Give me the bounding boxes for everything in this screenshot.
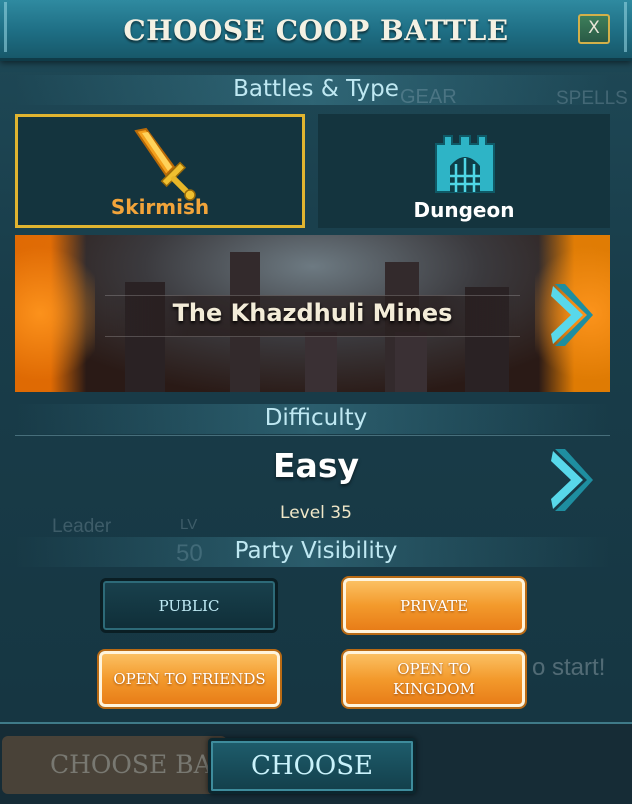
dialog-title: CHOOSE COOP BATTLE	[123, 14, 509, 47]
difficulty-value: Easy	[273, 446, 359, 485]
visibility-section-label: Party Visibility	[234, 538, 398, 564]
close-button[interactable]: X	[578, 14, 610, 44]
background-start-text: o start!	[532, 654, 606, 681]
open-to-kingdom-button[interactable]: OPEN TO KINGDOM	[343, 651, 525, 707]
coop-battle-dialog: CHOOSE COOP BATTLE X Battles & Type Skir…	[0, 0, 632, 724]
sword-icon	[134, 127, 196, 201]
statue	[395, 332, 427, 392]
castle-gate-icon	[435, 135, 495, 193]
next-difficulty-arrow-icon[interactable]	[549, 445, 593, 515]
battle-name: The Khazdhuli Mines	[172, 299, 453, 327]
background-gear-label: GEAR	[400, 86, 457, 108]
background-spells-label: SPELLS	[556, 88, 628, 109]
background-lv-label: LV	[180, 516, 198, 533]
choose-button[interactable]: CHOOSE	[208, 738, 416, 794]
dungeon-type-card[interactable]: Dungeon	[318, 114, 610, 228]
section-divider	[15, 435, 610, 436]
public-button[interactable]: PUBLIC	[100, 578, 278, 633]
battles-section-label: Battles & Type	[233, 76, 399, 102]
background-choose-battle-button: CHOOSE BATTLE	[2, 736, 227, 794]
statue	[305, 332, 337, 392]
battle-banner[interactable]: The Khazdhuli Mines	[15, 235, 610, 392]
title-bar: CHOOSE COOP BATTLE X	[0, 0, 632, 61]
open-to-friends-button[interactable]: OPEN TO FRIENDS	[99, 651, 280, 707]
skirmish-label: Skirmish	[110, 195, 210, 219]
skirmish-type-card[interactable]: Skirmish	[15, 114, 305, 228]
private-button[interactable]: PRIVATE	[343, 578, 525, 633]
next-battle-arrow-icon[interactable]	[549, 280, 593, 350]
background-leader-label: Leader	[52, 516, 112, 537]
dungeon-label: Dungeon	[413, 198, 515, 222]
difficulty-section-label: Difficulty	[264, 405, 368, 431]
